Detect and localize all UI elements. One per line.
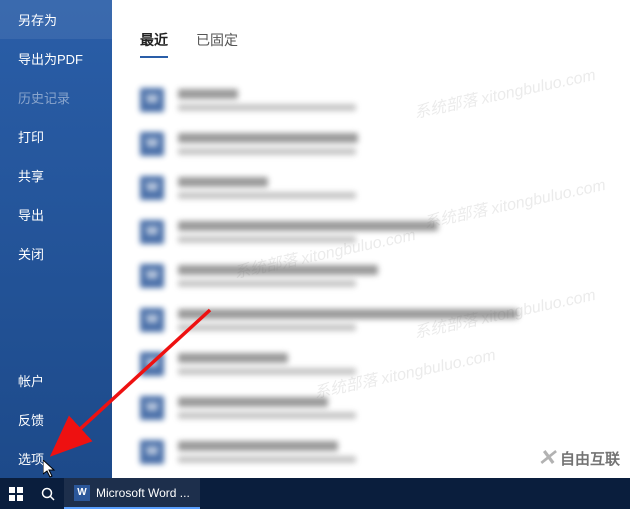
sidebar-item[interactable]: 选项: [0, 439, 112, 478]
word-doc-icon: [140, 352, 164, 376]
watermark-logo: ✕ 自由互联: [538, 445, 620, 471]
word-icon: W: [74, 485, 90, 501]
tab[interactable]: 已固定: [196, 30, 238, 58]
tab[interactable]: 最近: [140, 30, 168, 58]
sidebar-item[interactable]: 打印: [0, 117, 112, 156]
word-doc-icon: [140, 264, 164, 288]
sidebar-item[interactable]: 共享: [0, 156, 112, 195]
word-doc-icon: [140, 308, 164, 332]
word-doc-icon: [140, 88, 164, 112]
sidebar-item[interactable]: 另存为: [0, 0, 112, 39]
sidebar-item[interactable]: 关闭: [0, 234, 112, 273]
file-menu-sidebar: 另存为导出为PDF历史记录打印共享导出关闭 帐户反馈选项: [0, 0, 112, 478]
recent-doc-row[interactable]: [132, 78, 630, 122]
word-doc-icon: [140, 396, 164, 420]
search-icon: [41, 487, 55, 501]
windows-taskbar: W Microsoft Word ...: [0, 478, 630, 509]
watermark-x-icon: ✕: [538, 445, 556, 471]
recent-doc-row[interactable]: [132, 298, 630, 342]
main-panel: 最近已固定 系统部落 xitongbuluo.com 系统部落 xitongbu…: [112, 0, 630, 478]
recent-doc-row[interactable]: [132, 386, 630, 430]
word-doc-icon: [140, 132, 164, 156]
sidebar-item[interactable]: 导出为PDF: [0, 39, 112, 78]
windows-logo-icon: [9, 487, 23, 501]
sidebar-item[interactable]: 历史记录: [0, 78, 112, 117]
recent-doc-row[interactable]: [132, 210, 630, 254]
taskbar-app-word[interactable]: W Microsoft Word ...: [64, 478, 200, 509]
sidebar-item[interactable]: 反馈: [0, 400, 112, 439]
search-button[interactable]: [32, 478, 64, 509]
word-doc-icon: [140, 176, 164, 200]
word-doc-icon: [140, 220, 164, 244]
recent-doc-row[interactable]: [132, 342, 630, 386]
recent-documents-list: [132, 78, 630, 478]
word-doc-icon: [140, 440, 164, 464]
recent-doc-row[interactable]: [132, 254, 630, 298]
recent-doc-row[interactable]: [132, 122, 630, 166]
sidebar-item[interactable]: 帐户: [0, 361, 112, 400]
sidebar-item[interactable]: 导出: [0, 195, 112, 234]
start-button[interactable]: [0, 478, 32, 509]
taskbar-app-title: Microsoft Word ...: [96, 486, 190, 500]
recent-tabs: 最近已固定: [132, 30, 630, 58]
recent-doc-row[interactable]: [132, 166, 630, 210]
